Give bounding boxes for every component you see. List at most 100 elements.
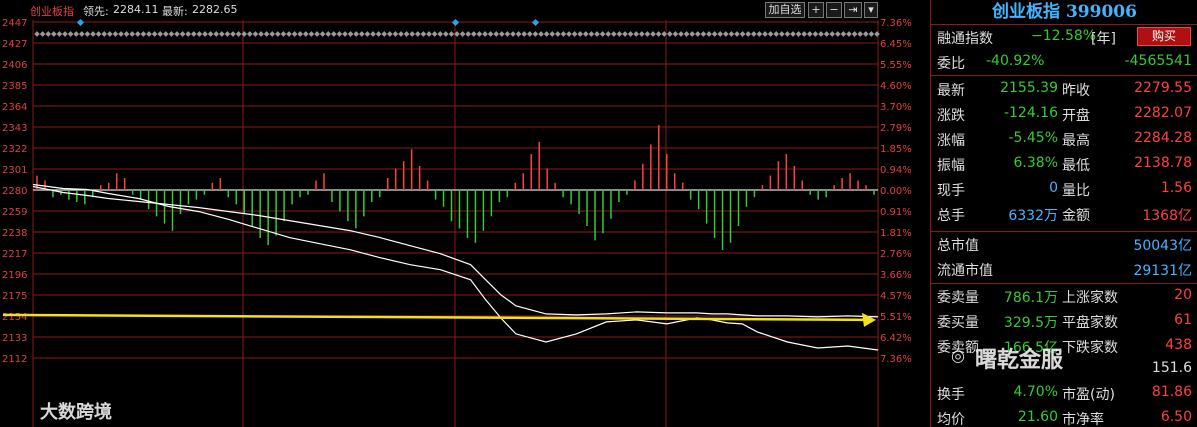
event-marker [868, 31, 875, 37]
order-ratio-label: 委比 [937, 56, 965, 72]
latest-value: 2282.65 [192, 3, 238, 16]
quote-value: 2279.55 [1134, 80, 1192, 96]
jump-arrow-icon[interactable]: ⇥ [844, 2, 862, 18]
event-marker [622, 31, 628, 37]
event-marker [364, 31, 371, 37]
event-marker [582, 31, 589, 37]
y-tick-left: 2196 [2, 270, 27, 281]
event-marker [487, 31, 494, 37]
event-marker [650, 31, 656, 37]
stat-label: 市盈(动) [1062, 387, 1115, 403]
quote-label: 最高 [1062, 133, 1090, 149]
event-marker [823, 31, 830, 37]
event-marker [795, 31, 802, 37]
event-marker [146, 31, 152, 37]
event-marker [207, 31, 214, 37]
quote-panel: 创业板指 399006 融通指数 −12.58% [年] 购买 委比 -40.9… [930, 0, 1197, 427]
event-marker [745, 31, 752, 37]
event-marker [409, 31, 416, 37]
event-marker [398, 31, 404, 37]
event-marker [829, 31, 836, 37]
buy-button[interactable]: 购买 [1137, 27, 1191, 46]
y-tick-right: 7.36% [880, 354, 912, 365]
total-market-value-row: 总市值 50043亿 [931, 232, 1197, 256]
event-marker [168, 31, 175, 37]
event-marker [62, 31, 68, 37]
event-marker [442, 31, 449, 37]
y-tick-left: 2175 [2, 291, 27, 302]
lead-label: 领先: [83, 5, 109, 18]
depth-value: 438 [1165, 337, 1192, 353]
float-market-value: 29131亿 [1133, 263, 1192, 279]
event-marker [414, 31, 421, 37]
quote-value: -124.16 [1003, 105, 1058, 121]
depth-row: 委卖量 786.1万 上涨家数 20 [931, 284, 1197, 308]
event-marker [140, 31, 147, 37]
dropdown-icon[interactable]: ▾ [864, 2, 878, 18]
pe-value: 151.6 [1151, 360, 1192, 376]
event-marker [375, 31, 382, 37]
event-marker [790, 31, 796, 37]
event-marker [431, 31, 438, 37]
depth-value: 786.1万 [1003, 290, 1058, 306]
event-marker [566, 31, 572, 37]
event-marker [818, 31, 824, 37]
event-marker [722, 31, 729, 37]
event-marker [101, 31, 108, 37]
plus-icon[interactable]: + [808, 2, 824, 18]
event-marker [594, 31, 600, 37]
event-marker [543, 31, 550, 37]
event-marker [95, 31, 102, 37]
event-marker [605, 31, 612, 37]
event-marker [627, 31, 634, 37]
quote-row: 振幅 6.38% 最低 2138.78 [931, 152, 1197, 176]
quote-value: 6.38% [1013, 155, 1058, 171]
event-marker [526, 31, 533, 37]
event-marker [846, 31, 852, 37]
y-tick-right: 5.51% [880, 312, 912, 323]
quote-value: 2284.28 [1134, 130, 1192, 146]
quote-row: 涨跌 -124.16 开盘 2282.07 [931, 102, 1197, 126]
depth-value: 329.5万 [1003, 315, 1058, 331]
order-ratio-value: -40.92% [986, 53, 1045, 69]
event-marker [616, 31, 623, 37]
event-marker [521, 31, 528, 37]
y-tick-left: 2280 [2, 186, 27, 197]
event-marker [812, 31, 819, 37]
event-marker [56, 31, 63, 37]
event-marker [554, 31, 561, 37]
event-marker [297, 31, 304, 37]
event-marker [392, 31, 399, 37]
y-tick-right: 1.81% [880, 228, 912, 239]
event-marker [202, 31, 208, 37]
minus-icon[interactable]: − [826, 2, 842, 18]
stat-row: 均价 21.60 市净率 6.50 [931, 406, 1197, 427]
stat-label: 均价 [937, 412, 965, 427]
event-marker [123, 31, 130, 37]
y-tick-right: 2.76% [880, 249, 912, 260]
event-marker [784, 31, 791, 37]
intraday-chart[interactable]: 2447 7.36%2427 6.45%2406 5.55%2385 4.60%2364… [0, 0, 930, 427]
event-marker [258, 31, 264, 37]
event-marker [381, 31, 388, 37]
event-marker [213, 31, 220, 37]
y-tick-right: 6.42% [880, 333, 912, 344]
y-tick-left: 2385 [2, 81, 27, 92]
event-marker [728, 31, 735, 37]
quote-label: 昨收 [1062, 83, 1090, 99]
y-tick-right: 0.94% [880, 165, 912, 176]
event-marker [246, 31, 253, 37]
event-marker [801, 31, 808, 37]
event-marker [694, 31, 701, 37]
event-marker [515, 31, 522, 37]
quote-label: 涨幅 [937, 133, 965, 149]
y-tick-right: 4.60% [880, 81, 912, 92]
event-marker [756, 31, 763, 37]
event-marker [549, 31, 556, 37]
quote-value: 1368亿 [1142, 208, 1192, 224]
event-marker [448, 31, 455, 37]
float-market-value-row: 流通市值 29131亿 [931, 257, 1197, 281]
add-watchlist-button[interactable]: 加自选 [765, 2, 805, 18]
chart-title: 创业板指 [30, 5, 74, 18]
y-tick-right: 4.57% [880, 291, 912, 302]
